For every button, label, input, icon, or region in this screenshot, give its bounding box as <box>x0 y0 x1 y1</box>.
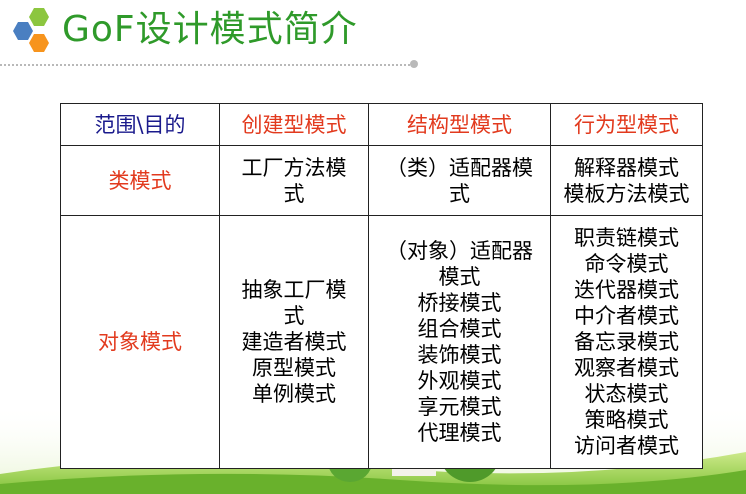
pattern-item: 职责链模式 <box>574 226 679 250</box>
header-creational: 创建型模式 <box>219 103 369 146</box>
pattern-item: 模式 <box>438 265 481 289</box>
pattern-item: 装饰模式 <box>417 343 502 367</box>
pattern-item: 式 <box>449 181 470 206</box>
pattern-item: 模板方法模式 <box>563 181 690 206</box>
cell-object-structural: （对象）适配器 模式 桥接模式 组合模式 装饰模式 外观模式 享元模式 代理模式 <box>368 215 551 469</box>
pattern-item: 式 <box>283 181 305 206</box>
pattern-item: 访问者模式 <box>574 434 679 458</box>
pattern-item: （类）适配器模 <box>386 155 533 180</box>
pattern-item: 备忘录模式 <box>574 330 679 354</box>
page-title: GoF设计模式简介 <box>62 9 358 50</box>
pattern-item: 状态模式 <box>584 382 669 406</box>
pattern-item: 解释器模式 <box>574 155 679 180</box>
row-label-class: 类模式 <box>60 145 220 216</box>
pattern-item: 策略模式 <box>584 408 669 432</box>
cell-class-creational: 工厂方法模 式 <box>219 145 369 216</box>
table-header-row: 范围\目的 创建型模式 结构型模式 行为型模式 <box>60 103 703 146</box>
table-row-class: 类模式 工厂方法模 式 （类）适配器模 式 解释器模式 模板方法模式 <box>60 145 703 216</box>
header-behavioral: 行为型模式 <box>550 103 703 146</box>
title-divider-end <box>410 60 418 68</box>
pattern-item: 代理模式 <box>417 421 502 445</box>
pattern-item: 单例模式 <box>252 382 336 406</box>
pattern-item: 抽象工厂模 <box>241 278 347 302</box>
pattern-item: （对象）适配器 <box>386 239 533 263</box>
pattern-item: 观察者模式 <box>574 356 679 380</box>
pattern-item: 外观模式 <box>417 369 502 393</box>
cell-object-behavioral: 职责链模式 命令模式 迭代器模式 中介者模式 备忘录模式 观察者模式 状态模式 … <box>550 215 703 469</box>
pattern-item: 工厂方法模 <box>241 155 347 180</box>
cell-class-structural: （类）适配器模 式 <box>368 145 551 216</box>
row-label-object: 对象模式 <box>60 215 220 469</box>
table-row-object: 对象模式 抽象工厂模 式 建造者模式 原型模式 单例模式 （对象）适配器 模式 … <box>60 215 703 469</box>
pattern-item: 迭代器模式 <box>574 278 679 302</box>
header-structural: 结构型模式 <box>368 103 551 146</box>
pattern-item: 建造者模式 <box>241 330 347 354</box>
pattern-item: 享元模式 <box>417 395 502 419</box>
gof-patterns-table: 范围\目的 创建型模式 结构型模式 行为型模式 类模式 工厂方法模 式 （类）适… <box>60 103 703 469</box>
pattern-item: 命令模式 <box>584 252 669 276</box>
hexagon-logo-icon <box>13 8 49 52</box>
pattern-item: 组合模式 <box>417 317 502 341</box>
pattern-item: 桥接模式 <box>417 291 502 315</box>
pattern-item: 中介者模式 <box>574 304 679 328</box>
corner-cell: 范围\目的 <box>60 103 220 146</box>
cell-object-creational: 抽象工厂模 式 建造者模式 原型模式 单例模式 <box>219 215 369 469</box>
cell-class-behavioral: 解释器模式 模板方法模式 <box>550 145 703 216</box>
pattern-item: 原型模式 <box>252 356 336 380</box>
title-divider <box>0 64 410 66</box>
pattern-item: 式 <box>283 304 305 328</box>
